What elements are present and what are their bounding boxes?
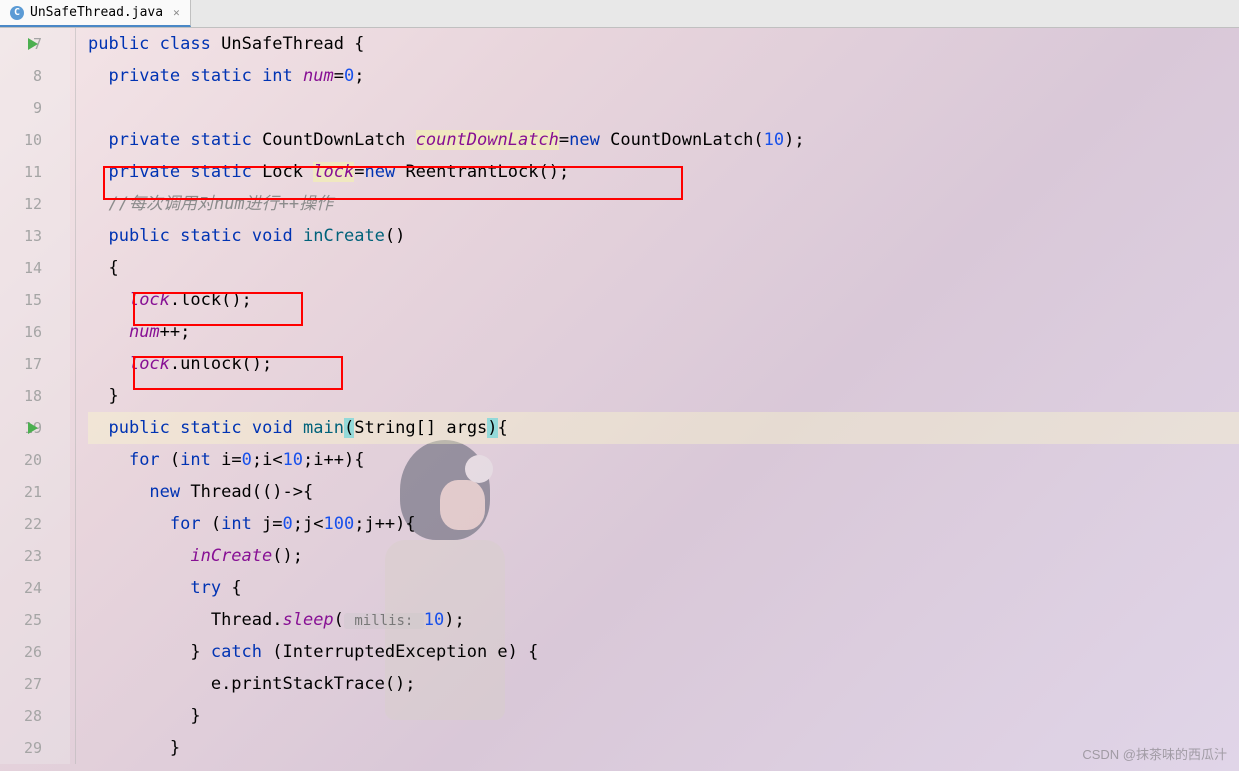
code-line: for (int i=0;i<10;i++){	[88, 444, 1239, 476]
line-number: 11	[0, 156, 42, 188]
line-number: 29	[0, 732, 42, 764]
line-number: 8	[0, 60, 42, 92]
line-number: 23	[0, 540, 42, 572]
code-line: }	[88, 700, 1239, 732]
close-icon[interactable]: ✕	[173, 6, 180, 19]
watermark: CSDN @抹茶味的西瓜汁	[1082, 744, 1227, 763]
code-line: }	[88, 380, 1239, 412]
code-line: try {	[88, 572, 1239, 604]
code-line: //每次调用对num进行++操作	[88, 188, 1239, 220]
line-number: 18	[0, 380, 42, 412]
code-line: private static int num=0;	[88, 60, 1239, 92]
code-line: } catch (InterruptedException e) {	[88, 636, 1239, 668]
code-line: new Thread(()->{	[88, 476, 1239, 508]
line-number-gutter: 7 8 9 10 11 12 13 14 15 16 17 18 19 20 2…	[0, 28, 70, 764]
code-line: public class UnSafeThread {	[88, 28, 1239, 60]
code-line: private static Lock lock=new ReentrantLo…	[88, 156, 1239, 188]
line-number: 20	[0, 444, 42, 476]
line-number: 13	[0, 220, 42, 252]
code-line-current: public static void main(String[] args){	[88, 412, 1239, 444]
line-number: 16	[0, 316, 42, 348]
code-line: public static void inCreate()	[88, 220, 1239, 252]
line-number: 9	[0, 92, 42, 124]
code-line: Thread.sleep( millis: 10);	[88, 604, 1239, 636]
line-number: 26	[0, 636, 42, 668]
code-line: private static CountDownLatch countDownL…	[88, 124, 1239, 156]
code-line: {	[88, 252, 1239, 284]
line-number: 21	[0, 476, 42, 508]
code-line	[88, 92, 1239, 124]
file-tab[interactable]: C UnSafeThread.java ✕	[0, 0, 191, 27]
java-class-icon: C	[10, 6, 24, 20]
editor-tab-bar: C UnSafeThread.java ✕	[0, 0, 1239, 28]
run-gutter-icon[interactable]	[28, 38, 38, 50]
line-number: 7	[0, 28, 42, 60]
line-number: 10	[0, 124, 42, 156]
line-number: 27	[0, 668, 42, 700]
line-number: 17	[0, 348, 42, 380]
line-number: 25	[0, 604, 42, 636]
code-line: inCreate();	[88, 540, 1239, 572]
code-line: }	[88, 732, 1239, 764]
code-line: num++;	[88, 316, 1239, 348]
line-number: 24	[0, 572, 42, 604]
code-editor[interactable]: 7 8 9 10 11 12 13 14 15 16 17 18 19 20 2…	[0, 28, 1239, 764]
line-number: 15	[0, 284, 42, 316]
run-gutter-icon[interactable]	[28, 422, 38, 434]
code-line: lock.lock();	[88, 284, 1239, 316]
code-area[interactable]: public class UnSafeThread { private stat…	[70, 28, 1239, 764]
tab-filename: UnSafeThread.java	[30, 5, 163, 20]
code-line: for (int j=0;j<100;j++){	[88, 508, 1239, 540]
code-line: lock.unlock();	[88, 348, 1239, 380]
line-number: 28	[0, 700, 42, 732]
line-number: 19	[0, 412, 42, 444]
code-line: e.printStackTrace();	[88, 668, 1239, 700]
line-number: 22	[0, 508, 42, 540]
line-number: 12	[0, 188, 42, 220]
line-number: 14	[0, 252, 42, 284]
